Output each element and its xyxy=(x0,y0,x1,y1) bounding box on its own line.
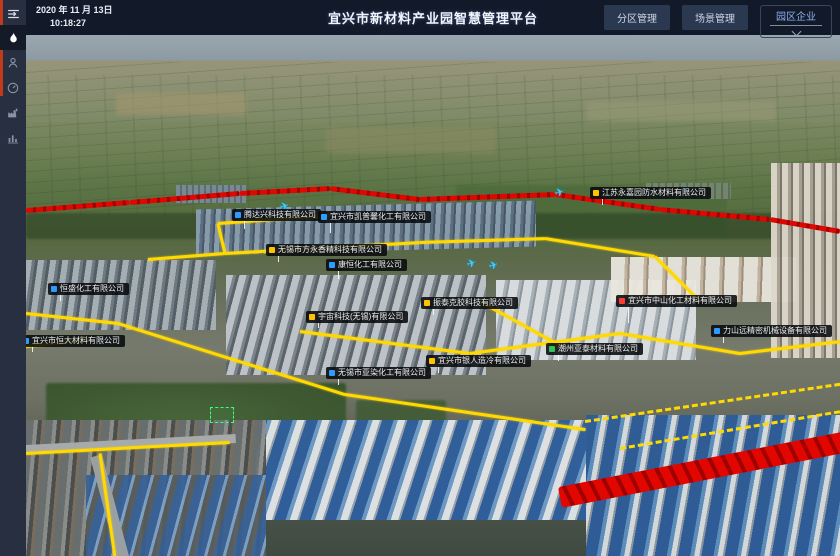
label-pin-line xyxy=(723,337,724,343)
company-label[interactable]: 宜兴市银人造冷有限公司 xyxy=(426,355,531,367)
company-label[interactable]: 振泰克胶科技有限公司 xyxy=(421,297,518,309)
company-label-text: 宜兴市恒大材料有限公司 xyxy=(32,335,120,347)
company-marker-icon xyxy=(235,212,241,218)
company-marker-icon xyxy=(593,190,599,196)
scene-manage-button[interactable]: 场景管理 xyxy=(682,5,748,30)
company-label[interactable]: 康恒化工有限公司 xyxy=(326,259,407,271)
company-label-text: 宇宙科技(无锡)有限公司 xyxy=(318,311,403,323)
bar-chart-icon[interactable] xyxy=(0,125,26,150)
company-label-text: 振泰克胶科技有限公司 xyxy=(433,297,513,309)
company-marker-icon xyxy=(429,358,435,364)
label-pin-line xyxy=(278,256,279,262)
company-label[interactable]: 腾达兴科技有限公司 xyxy=(232,209,321,221)
company-label[interactable]: 无锡市亚染化工有限公司 xyxy=(326,367,431,379)
label-pin-line xyxy=(602,199,603,205)
sidebar xyxy=(0,0,26,556)
company-label[interactable]: 宜兴市中山化工材料有限公司 xyxy=(616,295,737,307)
company-label[interactable]: 潮州亚泰材料有限公司 xyxy=(546,343,643,355)
gauge-icon[interactable] xyxy=(0,75,26,100)
company-label-text: 宜兴市银人造冷有限公司 xyxy=(438,355,526,367)
company-label[interactable]: 宇宙科技(无锡)有限公司 xyxy=(306,311,408,323)
app-window: 2020 年 11 月 13日 10:18:27 宜兴市新材料产业园智慧管理平台… xyxy=(0,0,840,556)
label-pin-line xyxy=(318,323,319,328)
enterprise-dropdown-label: 园区企业 xyxy=(770,8,822,26)
company-label-text: 力山远精密机械设备有限公司 xyxy=(723,325,827,337)
person-icon[interactable] xyxy=(0,50,26,75)
company-label-text: 康恒化工有限公司 xyxy=(338,259,402,271)
label-pin-line xyxy=(438,367,439,373)
enterprise-dropdown[interactable]: 园区企业 xyxy=(760,5,832,38)
label-pin-line xyxy=(330,223,331,233)
label-pin-line xyxy=(338,379,339,385)
label-pin-line xyxy=(32,347,33,352)
company-marker-icon xyxy=(619,298,625,304)
company-marker-icon xyxy=(269,247,275,253)
label-pin-line xyxy=(433,309,434,315)
company-label-text: 宜兴市凯普馨化工有限公司 xyxy=(330,211,426,223)
company-marker-icon xyxy=(309,314,315,320)
factory-icon[interactable] xyxy=(0,100,26,125)
company-label-text: 江苏永嘉园防水材料有限公司 xyxy=(602,187,706,199)
flame-icon[interactable] xyxy=(0,25,26,50)
company-label[interactable]: 无锡市方永香精科技有限公司 xyxy=(266,244,387,256)
map-3d-scene[interactable]: 恒盛化工有限公司宜兴市恒大材料有限公司 腾达兴科技有限公司 宜兴市凯普馨化工有限公司… xyxy=(26,35,840,556)
company-marker-icon xyxy=(329,370,335,376)
header-actions: 分区管理 场景管理 园区企业 xyxy=(604,5,832,38)
company-label[interactable]: 江苏永嘉园防水材料有限公司 xyxy=(590,187,711,199)
zone-manage-button[interactable]: 分区管理 xyxy=(604,5,670,30)
company-label-text: 宜兴市中山化工材料有限公司 xyxy=(628,295,732,307)
company-marker-icon xyxy=(329,262,335,268)
header: 2020 年 11 月 13日 10:18:27 宜兴市新材料产业园智慧管理平台… xyxy=(26,0,840,35)
menu-icon[interactable] xyxy=(0,3,26,25)
label-pin-line xyxy=(628,307,629,323)
company-label-text: 腾达兴科技有限公司 xyxy=(244,209,316,221)
label-pin-line xyxy=(338,271,339,279)
company-label[interactable]: 力山远精密机械设备有限公司 xyxy=(711,325,832,337)
company-label[interactable]: 恒盛化工有限公司 xyxy=(48,283,129,295)
company-label-text: 无锡市亚染化工有限公司 xyxy=(338,367,426,379)
drone-plane-icon[interactable]: ✈ xyxy=(466,258,478,270)
company-marker-icon xyxy=(549,346,555,352)
company-label-text: 恒盛化工有限公司 xyxy=(60,283,124,295)
company-label[interactable]: 宜兴市凯普馨化工有限公司 xyxy=(318,211,431,223)
company-label-text: 潮州亚泰材料有限公司 xyxy=(558,343,638,355)
selection-box xyxy=(210,407,234,423)
chevron-down-icon xyxy=(791,27,801,37)
company-marker-icon xyxy=(26,338,29,344)
label-pin-line xyxy=(60,295,61,301)
company-marker-icon xyxy=(714,328,720,334)
company-marker-icon xyxy=(321,214,327,220)
drone-plane-icon[interactable]: ✈ xyxy=(488,260,500,272)
label-pin-line xyxy=(558,355,559,361)
company-label[interactable]: 宜兴市恒大材料有限公司 xyxy=(26,335,125,347)
label-pin-line xyxy=(244,221,245,229)
company-marker-icon xyxy=(51,286,57,292)
company-marker-icon xyxy=(424,300,430,306)
company-label-text: 无锡市方永香精科技有限公司 xyxy=(278,244,382,256)
